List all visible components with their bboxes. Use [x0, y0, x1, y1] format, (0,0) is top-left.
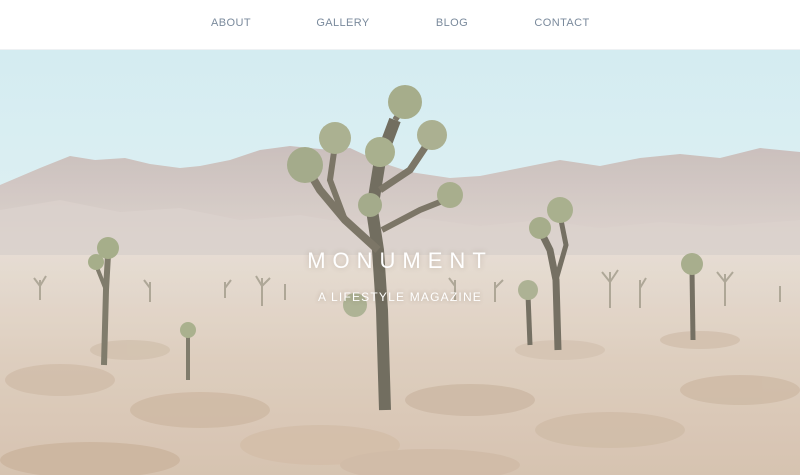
- site-title: MONUMENT: [307, 248, 493, 273]
- nav-link-contact[interactable]: CONTACT: [534, 17, 589, 29]
- top-navigation: ABOUT GALLERY BLOG CONTACT: [0, 0, 800, 50]
- nav-link-gallery[interactable]: GALLERY: [316, 17, 369, 29]
- site-tagline: A LIFESTYLE MAGAZINE: [317, 290, 483, 304]
- nav-link-blog[interactable]: BLOG: [436, 17, 468, 29]
- hero-text-block: MONUMENT A LIFESTYLE MAGAZINE: [0, 50, 800, 475]
- hero-banner: MONUMENT A LIFESTYLE MAGAZINE: [0, 50, 800, 475]
- nav-link-about[interactable]: ABOUT: [211, 17, 251, 29]
